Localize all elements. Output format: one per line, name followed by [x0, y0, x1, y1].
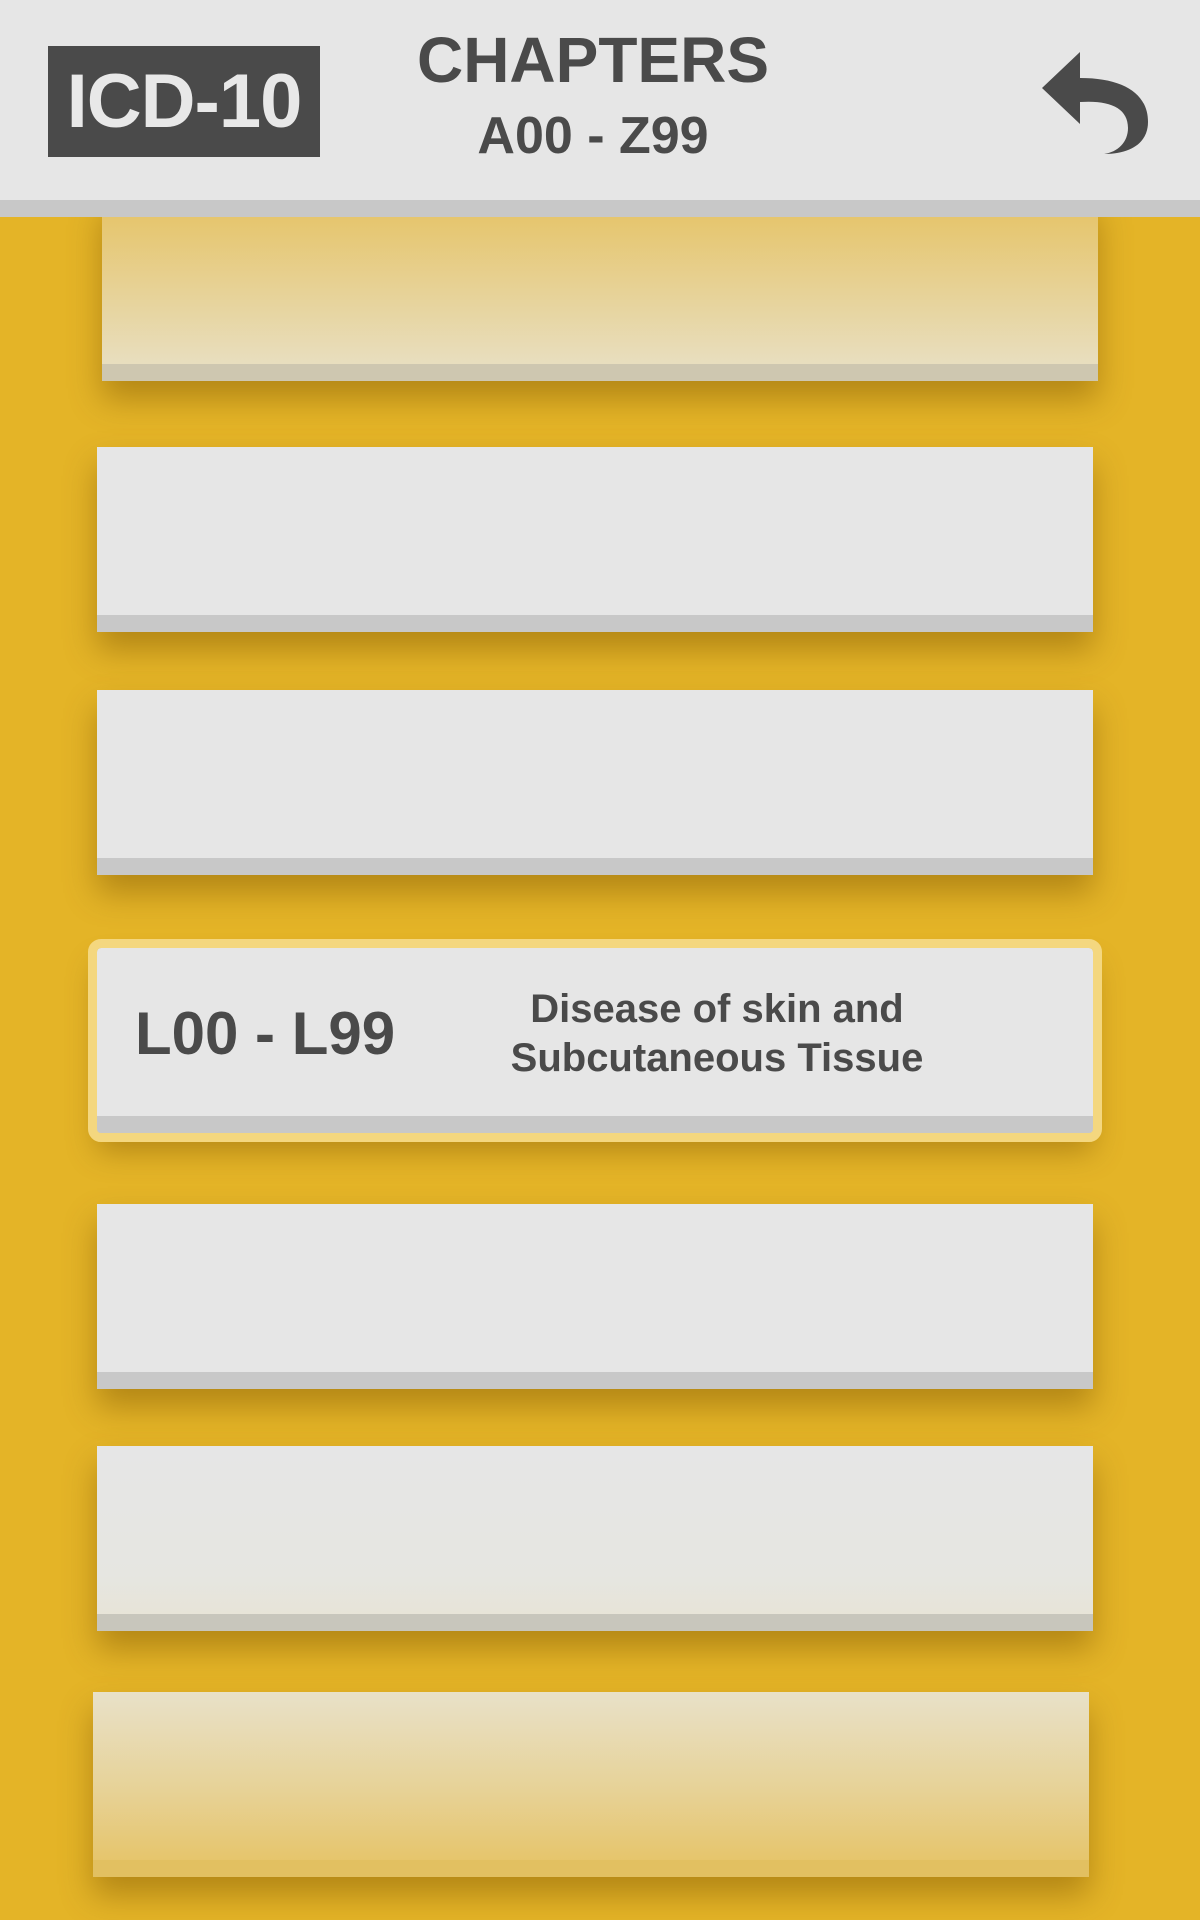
chapter-description: Disease of skin and Subcutaneous Tissue	[510, 986, 924, 1080]
undo-arrow-icon	[1042, 52, 1148, 154]
chapter-code: L00 - L99	[135, 1000, 396, 1067]
back-button[interactable]	[1020, 36, 1170, 166]
chapter-card-2[interactable]	[97, 447, 1093, 632]
app-header: ICD-10 CHAPTERS A00 - Z99	[0, 0, 1200, 217]
chapter-card-3[interactable]	[97, 690, 1093, 875]
chapter-card-1[interactable]	[102, 196, 1098, 381]
chapter-card-selected[interactable]: L00 - L99 Disease of skin and Subcutaneo…	[88, 939, 1102, 1142]
page-title: CHAPTERS	[416, 24, 770, 96]
chapter-card-5[interactable]	[97, 1204, 1093, 1389]
page-subtitle: A00 - Z99	[477, 107, 709, 165]
chapter-card-7[interactable]	[93, 1692, 1089, 1877]
chapter-card-6[interactable]	[97, 1446, 1093, 1631]
